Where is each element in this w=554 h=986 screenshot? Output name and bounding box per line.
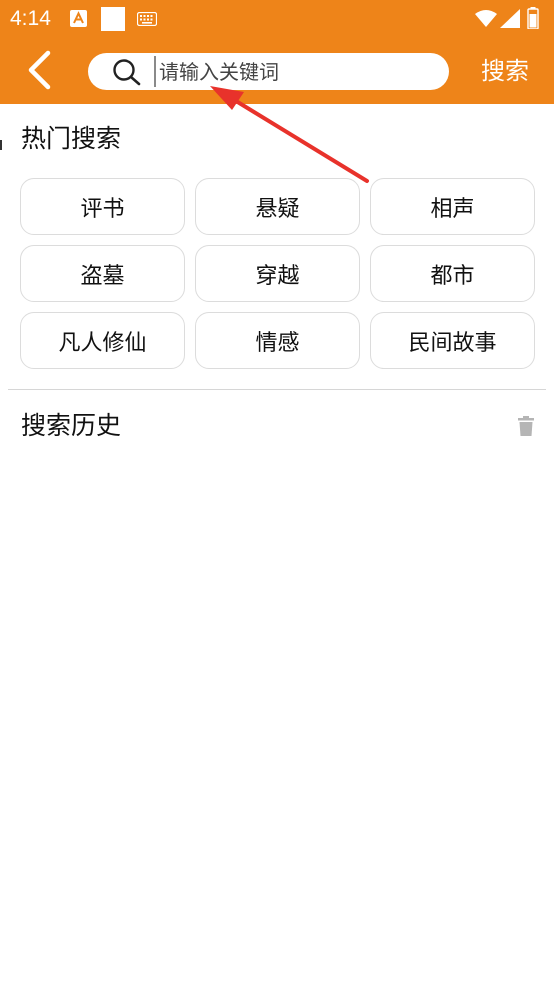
hot-tag[interactable]: 情感 [195,312,360,369]
app-bar: 搜索 [0,38,554,104]
section-divider [8,389,546,390]
search-icon [112,58,142,86]
clear-history-button[interactable] [515,415,537,437]
hot-tag[interactable]: 都市 [370,245,535,302]
back-button[interactable] [14,48,66,94]
hot-tag[interactable]: 相声 [370,178,535,235]
hot-tag[interactable]: 盗墓 [20,245,185,302]
a-notification-icon [70,10,87,27]
chevron-left-icon [28,50,51,90]
signal-icon [500,9,520,32]
hot-tag[interactable]: 穿越 [195,245,360,302]
square-notification-icon [101,7,125,31]
status-time: 4:14 [10,7,51,30]
search-input[interactable] [154,56,439,87]
hot-search-tags: 评书 悬疑 相声 盗墓 穿越 都市 凡人修仙 情感 民间故事 [20,178,535,369]
battery-icon [527,7,539,33]
trash-icon [518,416,534,436]
edge-marker [0,140,2,150]
hot-tag[interactable]: 评书 [20,178,185,235]
search-box[interactable] [88,53,449,90]
hot-tag[interactable]: 悬疑 [195,178,360,235]
status-bar: 4:14 [0,0,554,38]
hot-tag[interactable]: 凡人修仙 [20,312,185,369]
search-button[interactable]: 搜索 [481,52,529,90]
wifi-icon [475,9,497,31]
keyboard-icon [136,11,158,27]
search-history-title: 搜索历史 [21,411,122,440]
hot-search-title: 热门搜索 [21,124,122,153]
hot-tag[interactable]: 民间故事 [370,312,535,369]
search-screen: 4:14 请输入关键词 搜索 热门搜索 评书 悬疑 相声 盗墓 穿越 都市 凡人… [0,0,554,986]
